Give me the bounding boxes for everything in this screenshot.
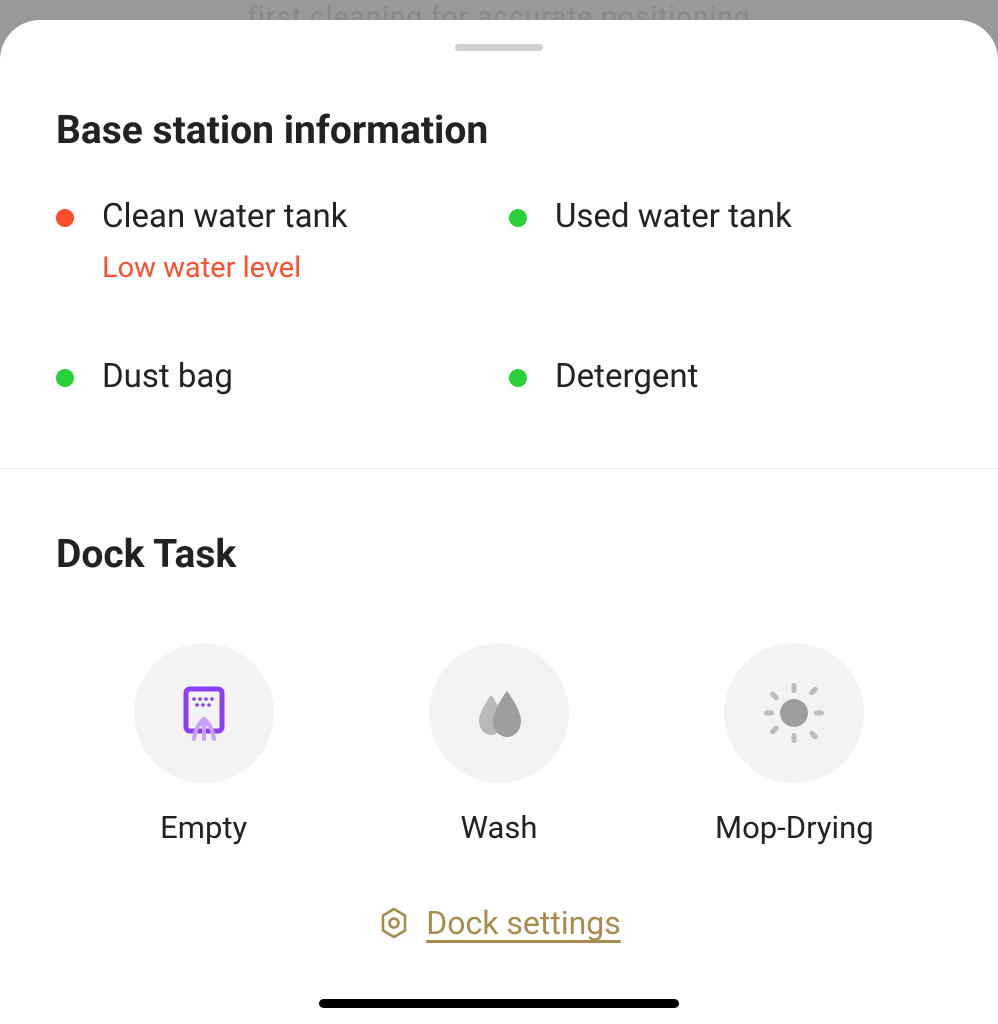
status-sub-warning: Low water level xyxy=(102,251,347,285)
task-label: Mop-Drying xyxy=(715,809,874,846)
status-grid: Clean water tank Low water level Used wa… xyxy=(56,197,942,396)
dock-settings-label: Dock settings xyxy=(426,904,621,942)
task-mop-drying[interactable]: Mop-Drying xyxy=(647,643,942,846)
status-clean-water[interactable]: Clean water tank Low water level xyxy=(56,197,489,285)
status-text-block: Detergent xyxy=(555,357,698,397)
settings-hex-icon xyxy=(377,906,411,940)
status-dot-green xyxy=(56,369,74,387)
status-used-water[interactable]: Used water tank xyxy=(509,197,942,285)
status-dot-green xyxy=(509,369,527,387)
status-dust-bag[interactable]: Dust bag xyxy=(56,357,489,397)
task-label: Empty xyxy=(160,809,247,846)
status-dot-green xyxy=(509,209,527,227)
dock-settings-link[interactable]: Dock settings xyxy=(56,904,942,942)
task-wash[interactable]: Wash xyxy=(351,643,646,846)
empty-icon xyxy=(172,681,236,745)
task-icon-circle xyxy=(134,643,274,783)
task-icon-circle xyxy=(429,643,569,783)
status-label: Clean water tank xyxy=(102,197,347,237)
status-label: Used water tank xyxy=(555,197,792,237)
task-empty[interactable]: Empty xyxy=(56,643,351,846)
home-indicator[interactable] xyxy=(319,999,679,1008)
status-dot-red xyxy=(56,209,74,227)
status-label: Detergent xyxy=(555,357,698,397)
status-text-block: Used water tank xyxy=(555,197,792,237)
status-text-block: Clean water tank Low water level xyxy=(102,197,347,285)
status-detergent[interactable]: Detergent xyxy=(509,357,942,397)
section-divider xyxy=(0,468,998,469)
task-icon-circle xyxy=(724,643,864,783)
sun-icon xyxy=(758,677,830,749)
task-label: Wash xyxy=(461,809,538,846)
water-drop-icon xyxy=(471,685,527,741)
sheet-grabber[interactable] xyxy=(455,44,543,51)
bottom-sheet: Base station information Clean water tan… xyxy=(0,20,998,1024)
task-row: Empty Wash xyxy=(56,643,942,846)
status-text-block: Dust bag xyxy=(102,357,233,397)
base-station-title: Base station information xyxy=(56,107,942,153)
dock-task-title: Dock Task xyxy=(56,531,942,577)
status-label: Dust bag xyxy=(102,357,233,397)
